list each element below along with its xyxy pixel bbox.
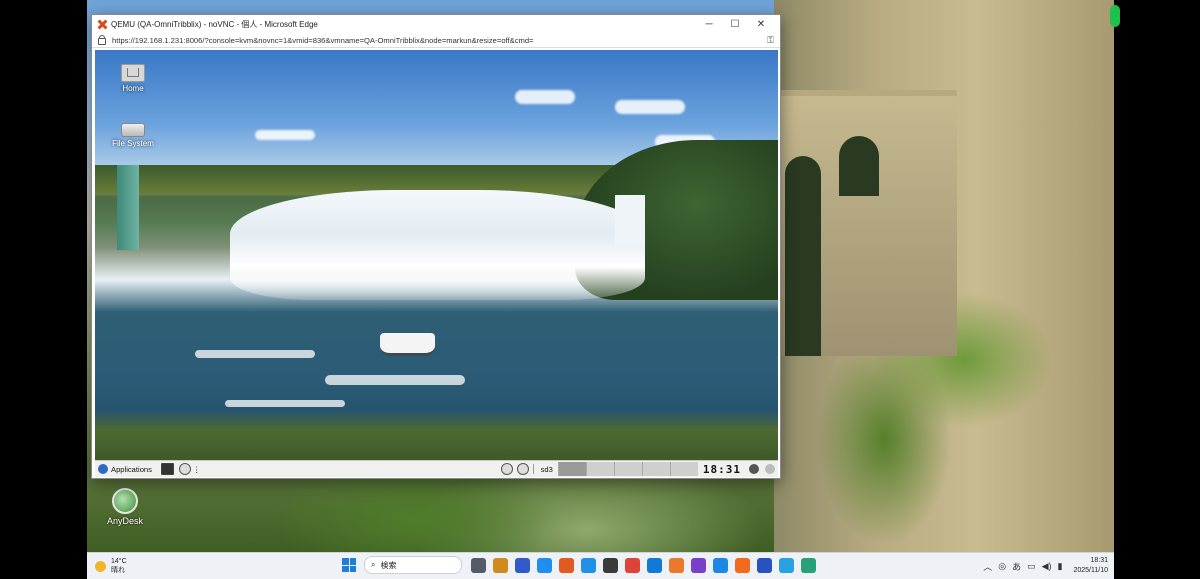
windows-taskbar: 14°C 晴れ ⌕ 検索 ︿ ◎ あ ▭ ◀) ▮ 18:31 2025/11/… — [87, 552, 1114, 579]
taskbar-date: 2025/11/10 — [1073, 567, 1108, 574]
weather-widget[interactable]: 14°C 晴れ — [95, 557, 155, 575]
applications-menu[interactable]: Applications — [111, 465, 152, 474]
browser-titlebar[interactable]: QEMU (QA-OmniTribblix) - noVNC - 個人 - Mi… — [92, 15, 780, 33]
pinned-app-icon[interactable] — [646, 557, 662, 573]
water-foam — [225, 400, 345, 407]
anydesk-icon — [112, 488, 138, 514]
weather-moon-icon — [95, 560, 106, 572]
observation-tower — [117, 165, 139, 250]
pinned-app-icon[interactable] — [690, 557, 706, 573]
maximize-button[interactable]: ☐ — [722, 19, 748, 30]
pinned-app-icon[interactable] — [536, 557, 552, 573]
taskbar-time: 18:31 — [1090, 557, 1108, 564]
workspace-label[interactable]: sd3 — [536, 465, 558, 474]
xfce-logo-icon[interactable] — [98, 464, 108, 474]
pinned-app-icon[interactable] — [800, 557, 816, 573]
pinned-app-icon[interactable] — [734, 557, 750, 573]
panel-separator — [532, 464, 534, 474]
pinned-app-icon[interactable] — [624, 557, 640, 573]
guest-panel: Applications ⋮ sd3 18:31 — [95, 460, 778, 477]
search-placeholder: 検索 — [380, 560, 397, 570]
workspace-3[interactable] — [613, 462, 642, 476]
battery-icon[interactable]: ▮ — [1058, 561, 1063, 572]
web-browser-icon[interactable] — [178, 463, 191, 475]
workspace-2[interactable] — [585, 462, 614, 476]
cloud — [255, 130, 315, 140]
workspace-5[interactable] — [669, 462, 698, 476]
desktop-icon-label: Home — [122, 84, 144, 93]
chevron-up-icon[interactable]: ︿ — [983, 560, 992, 573]
volume-icon[interactable]: ◀) — [1042, 561, 1052, 572]
home-folder-icon — [121, 64, 145, 82]
pinned-app-icon[interactable] — [514, 557, 530, 573]
pinned-app-icon[interactable] — [470, 557, 486, 573]
temperature: 14°C — [111, 558, 127, 565]
pinned-apps — [467, 557, 819, 573]
pinned-app-icon[interactable] — [778, 557, 794, 573]
ime-icon[interactable]: あ — [1012, 560, 1021, 573]
workspace-4[interactable] — [641, 462, 670, 476]
host-desktop-icon-anydesk[interactable]: AnyDesk — [97, 488, 153, 526]
url-text[interactable]: https://192.168.1.231:8006/?console=kvm&… — [112, 36, 767, 45]
desktop-icon-file-system[interactable]: File System — [98, 120, 168, 148]
qemu-app-icon — [98, 20, 107, 29]
key-icon[interactable]: ⚿ — [767, 35, 774, 46]
search-icon: ⌕ — [371, 560, 376, 569]
network-monitor-icon — [500, 463, 513, 475]
pinned-app-icon[interactable] — [668, 557, 684, 573]
foreground-grass — [95, 410, 778, 460]
cloud — [515, 90, 575, 104]
lock-screen-icon[interactable] — [749, 464, 759, 474]
desktop-icon-home[interactable]: Home — [98, 64, 168, 93]
cpu-monitor-icon — [516, 463, 529, 475]
network-icon[interactable]: ▭ — [1027, 561, 1036, 572]
panel-menu-dots[interactable]: ⋮ — [193, 465, 201, 474]
pinned-app-icon[interactable] — [580, 557, 596, 573]
pinned-app-icon[interactable] — [756, 557, 772, 573]
browser-window: QEMU (QA-OmniTribblix) - noVNC - 個人 - Mi… — [91, 14, 781, 479]
water-foam — [195, 350, 315, 358]
workspace-1[interactable] — [557, 462, 586, 476]
weather-condition: 晴れ — [111, 567, 125, 574]
waterfall — [230, 190, 645, 300]
system-tray: ︿ ◎ あ ▭ ◀) ▮ 18:31 2025/11/10 — [980, 556, 1108, 576]
water-foam — [325, 375, 465, 385]
terminal-icon[interactable] — [160, 463, 174, 475]
close-button[interactable]: ✕ — [748, 19, 774, 30]
panel-clock[interactable]: 18:31 — [698, 463, 746, 476]
taskbar-center: ⌕ 検索 — [342, 556, 819, 574]
pinned-app-icon[interactable] — [558, 557, 574, 573]
lock-icon[interactable] — [98, 34, 106, 45]
minimize-button[interactable]: ─ — [696, 19, 722, 30]
tour-boat — [380, 333, 435, 356]
window-title: QEMU (QA-OmniTribblix) - noVNC - 個人 - Mi… — [111, 19, 318, 29]
waterfall-small — [615, 195, 645, 245]
host-icon-label: AnyDesk — [106, 516, 143, 526]
taskbar-clock[interactable]: 18:31 2025/11/10 — [1073, 556, 1108, 576]
cloud — [615, 100, 685, 114]
focus-icon[interactable]: ◎ — [998, 561, 1006, 572]
taskbar-search[interactable]: ⌕ 検索 — [364, 556, 462, 574]
host-edge-indicator — [1110, 5, 1120, 27]
pinned-app-icon[interactable] — [602, 557, 618, 573]
desktop-icon-label: File System — [112, 139, 154, 148]
pinned-app-icon[interactable] — [492, 557, 508, 573]
wallpaper-bridge — [777, 90, 957, 356]
start-button[interactable] — [342, 558, 356, 572]
vnc-guest-screen[interactable]: Home File System — [95, 50, 778, 460]
drive-icon — [121, 123, 145, 137]
address-bar[interactable]: https://192.168.1.231:8006/?console=kvm&… — [92, 33, 780, 48]
pinned-app-icon[interactable] — [712, 557, 728, 573]
logout-icon[interactable] — [765, 464, 775, 474]
